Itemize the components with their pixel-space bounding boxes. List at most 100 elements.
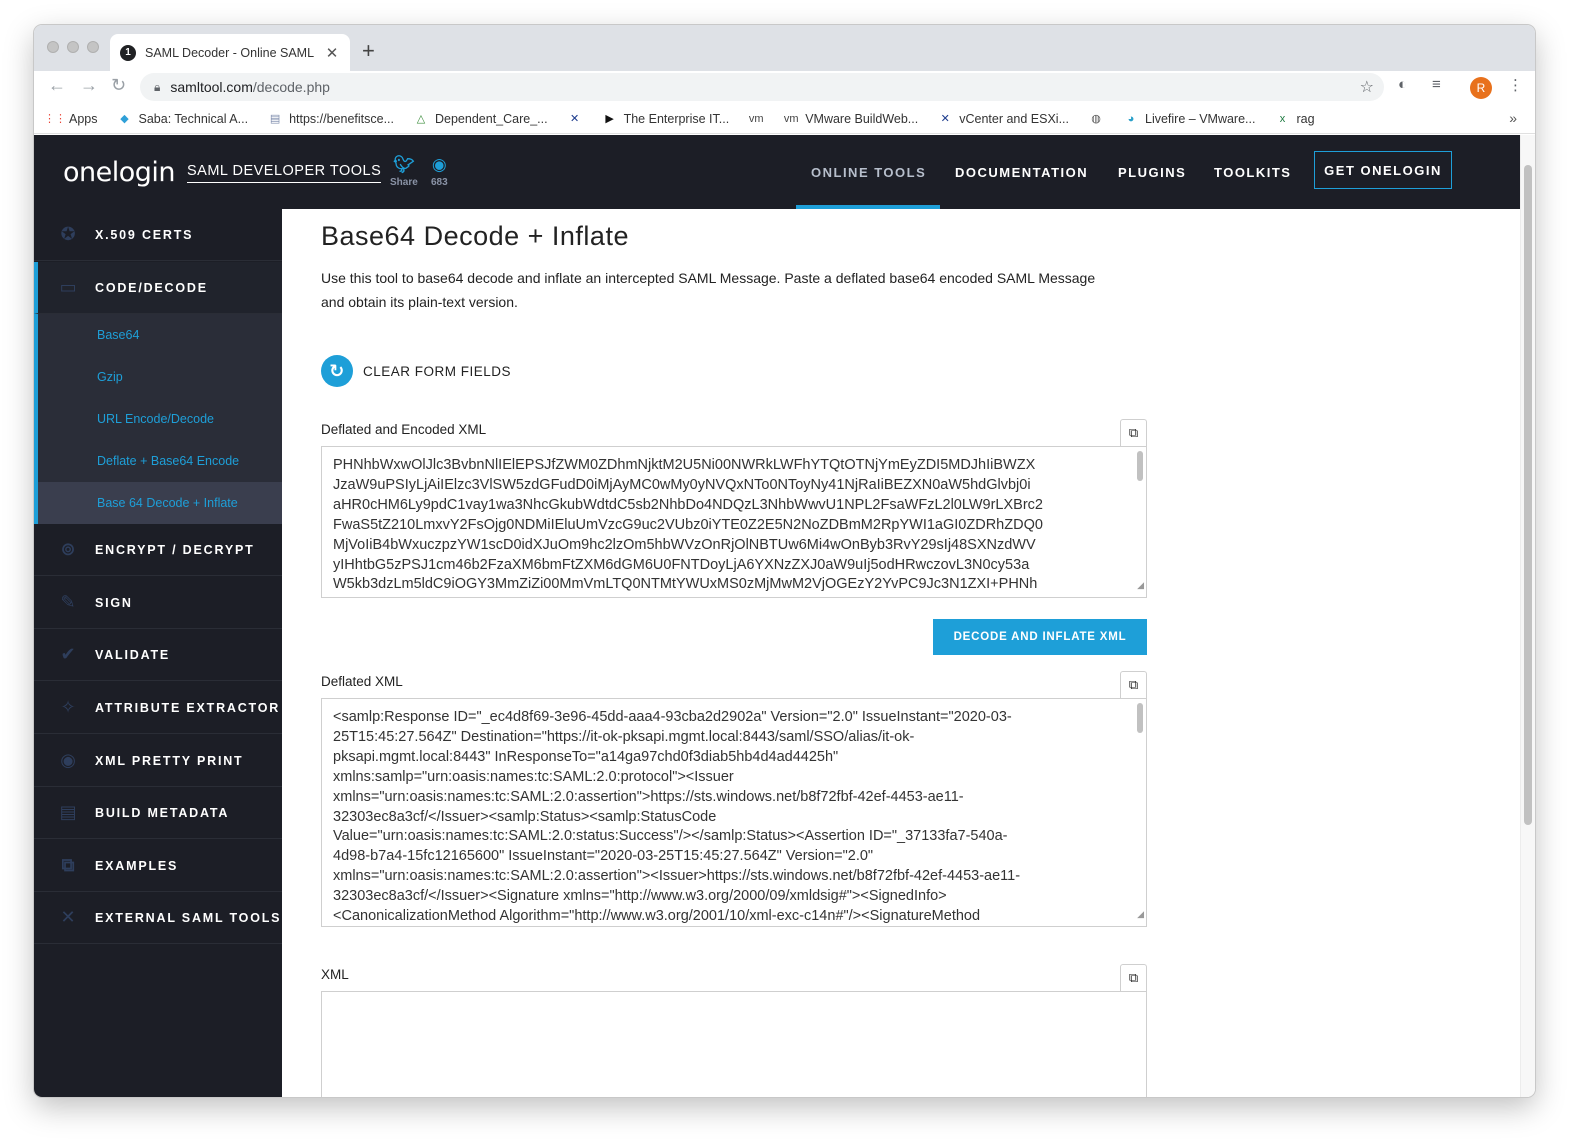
sidebar-subitem-url-encode-decode[interactable]: URL Encode/Decode [34,398,282,440]
maximize-window-dot[interactable] [87,41,99,53]
clear-form-fields-button[interactable]: ↻ CLEAR FORM FIELDS [321,355,511,387]
extension-icon[interactable]: ◐ [1398,76,1407,93]
textarea-scrollbar[interactable] [1137,451,1143,481]
textarea-line: 32303ec8a3cf/</Issuer><samlp:Status><sam… [333,808,717,825]
lock-icon: 🔒︎ [154,79,161,94]
github-star-count: 683 [431,177,448,188]
refresh-icon: ↻ [321,355,353,387]
apps-grid-icon: ⋮⋮ [44,113,66,125]
copy-icon[interactable]: ⧉ [1120,671,1147,698]
bookmark-item[interactable]: ✕ [568,112,589,126]
textarea-line: <CanonicalizationMethod Algorithm="http:… [333,908,981,925]
textarea-line: xmlns="urn:oasis:names:tc:SAML:2.0:asser… [333,788,964,805]
resize-grip-icon[interactable]: ◢ [1137,576,1144,596]
textarea-scrollbar[interactable] [1137,703,1143,733]
nav-online-tools[interactable]: ONLINE TOOLS [811,135,926,209]
livefire-icon: ◕ [1127,112,1135,125]
copy-icon[interactable]: ⧉ [1120,419,1147,446]
browser-window: 1 SAML Decoder - Online SAML ✕ + ← → ↻ 🔒… [34,25,1535,1097]
nav-plugins[interactable]: PLUGINS [1118,135,1186,209]
sidebar-item-sign[interactable]: ✎ SIGN [34,577,282,629]
sidebar-item-label: X.509 CERTS [95,227,194,242]
bookmark-label: https://benefitsce... [289,111,394,126]
address-bar[interactable]: 🔒︎ samltool.com/decode.php ☆ [140,73,1384,101]
bookmark-item[interactable]: ▤ https://benefitsce... [268,112,394,126]
sidebar-item-xml-pretty-print[interactable]: ◉ XML PRETTY PRINT [34,735,282,787]
textarea-line: xmlns:samlp="urn:oasis:names:tc:SAML:2.0… [333,768,734,785]
sidebar-item-validate[interactable]: ✔ VALIDATE [34,629,282,681]
page-scrollbar[interactable] [1520,135,1535,1097]
github-octocat-icon: ◉ [431,155,447,174]
deflated-xml-textarea[interactable]: ◢ <samlp:Response ID="_ec4d8f69-3e96-45d… [321,698,1147,927]
bookmark-label: vCenter and ESXi... [959,111,1069,126]
deflated-encoded-xml-label: Deflated and Encoded XML [321,422,487,437]
browser-tab[interactable]: 1 SAML Decoder - Online SAML ✕ [110,34,350,71]
sidebar-item-code-decode[interactable]: ▭ CODE/DECODE [34,262,282,314]
textarea-line: pksapi.mgmt.local:8443" InResponseTo="a1… [333,748,839,765]
sidebar-item-external-saml-tools[interactable]: ✕ EXTERNAL SAML TOOLS [34,892,282,944]
certificate-icon: ✪ [60,224,78,244]
saml-developer-tools-link[interactable]: SAML DEVELOPER TOOLS [187,163,382,183]
x-tools-icon: ✕ [940,113,950,125]
sidebar-subitem-base64-decode-inflate[interactable]: Base 64 Decode + Inflate [34,482,282,524]
sidebar-item-examples[interactable]: ⧉ EXAMPLES [34,840,282,892]
nav-toolkits[interactable]: TOOLKITS [1214,135,1291,209]
sidebar-item-label: ENCRYPT / DECRYPT [95,542,255,557]
intro-text: Use this tool to base64 decode and infla… [321,270,1096,310]
bookmark-item[interactable]: ◕ Livefire – VMware... [1124,112,1256,126]
textarea-line: MjVoIiB4bWxuczpzYW1scD0idXJuOm9hc2lzOm5h… [333,536,1036,553]
sidebar-subitem-gzip[interactable]: Gzip [34,356,282,398]
nav-documentation[interactable]: DOCUMENTATION [955,135,1088,209]
xml-textarea[interactable] [321,991,1147,1097]
sidebar-item-build-metadata[interactable]: ▤ BUILD METADATA [34,787,282,839]
textarea-line: FwaS5tZ210LmxvY2FsOjg0NDMiIEluUmVzcG9uc2… [333,516,1043,533]
menu-dots-icon[interactable]: ⋮ [1508,76,1523,94]
sidebar-item-attribute-extractor[interactable]: ✧ ATTRIBUTE EXTRACTOR [34,682,282,734]
bookmark-item[interactable]: ◍ [1089,112,1110,126]
bookmark-item[interactable]: ▶ The Enterprise IT... [603,112,729,126]
vm-icon: vm [783,112,799,125]
sidebar-item-label: CODE/DECODE [95,280,208,295]
decode-and-inflate-button[interactable]: DECODE AND INFLATE XML [933,619,1147,655]
play-icon: ▶ [605,113,614,125]
sign-icon: ✎ [60,592,78,612]
x-tools-icon: ✕ [569,113,580,125]
bookmark-item[interactable]: vm [749,112,770,126]
code-decode-icon: ▭ [59,277,79,297]
close-tab-icon[interactable]: ✕ [324,44,340,62]
forward-arrow-icon[interactable]: → [80,75,98,96]
get-onelogin-button[interactable]: GET ONELOGIN [1314,151,1452,189]
tab-strip: 1 SAML Decoder - Online SAML ✕ + [34,25,1535,71]
thumbs-up-icon: ✔ [60,644,78,664]
bookmark-item[interactable]: vm VMware BuildWeb... [784,112,918,126]
sidebar-item-label: XML PRETTY PRINT [95,753,244,768]
bookmark-item[interactable]: ⋮⋮ Apps [44,112,98,126]
minimize-window-dot[interactable] [67,41,79,53]
resize-grip-icon[interactable]: ◢ [1137,905,1144,925]
bookmark-label: VMware BuildWeb... [805,111,919,126]
new-tab-icon[interactable]: + [362,38,375,64]
onelogin-logo[interactable]: onelogin [63,157,176,188]
deflated-encoded-xml-textarea[interactable]: ◢ PHNhbWxwOlJlc3BvbnNlIElEPSJfZWM0ZDhmNj… [321,446,1147,598]
bookmark-item[interactable]: x rag [1275,112,1315,126]
bookmark-item[interactable]: △ Dependent_Care_... [414,112,548,126]
sidebar-item-encrypt-decrypt[interactable]: ⊚ ENCRYPT / DECRYPT [34,524,282,576]
back-arrow-icon[interactable]: ← [48,75,66,96]
bookmark-star-icon[interactable]: ☆ [1360,77,1374,97]
copy-icon[interactable]: ⧉ [1120,964,1147,991]
reload-icon[interactable]: ↻ [111,75,126,96]
github-stars[interactable]: ◉ 683 [431,155,448,188]
xml-label: XML [321,967,349,982]
sidebar-subitem-deflate-base64-encode[interactable]: Deflate + Base64 Encode [34,440,282,482]
sidebar-item-x509-certs[interactable]: ✪ X.509 CERTS [34,209,282,261]
close-window-dot[interactable] [47,41,59,53]
bookmark-item[interactable]: ✕ vCenter and ESXi... [938,112,1069,126]
profile-avatar[interactable]: R [1470,77,1492,99]
media-queue-icon[interactable]: ≡ [1432,76,1441,93]
sidebar-subitem-base64[interactable]: Base64 [34,314,282,356]
page-scrollbar-thumb[interactable] [1524,165,1532,825]
bookmarks-overflow-icon[interactable]: » [1509,110,1517,126]
textarea-line: yIHhtbG5zPSJ1cm46b2FzaXM6bmFtZXM6dGM6U0F… [333,556,1030,573]
twitter-share[interactable]: 🐦︎ Share [390,155,418,188]
bookmark-item[interactable]: ◆ Saba: Technical A... [118,112,248,126]
